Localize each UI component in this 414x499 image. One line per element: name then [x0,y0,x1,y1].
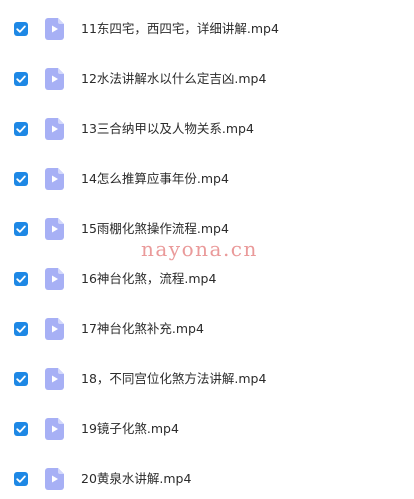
checkmark-icon [16,125,26,133]
file-row[interactable]: 12水法讲解水以什么定吉凶.mp4 [0,59,414,99]
file-row[interactable]: 14怎么推算应事年份.mp4 [0,159,414,199]
checkbox-checked[interactable] [14,72,28,86]
checkmark-icon [16,375,26,383]
file-row[interactable]: 13三合纳甲以及人物关系.mp4 [0,109,414,149]
checkmark-icon [16,475,26,483]
checkbox-checked[interactable] [14,272,28,286]
file-row[interactable]: 20黄泉水讲解.mp4 [0,459,414,499]
checkbox-checked[interactable] [14,422,28,436]
file-name[interactable]: 16神台化煞，流程.mp4 [81,270,216,288]
file-row[interactable]: 19镜子化煞.mp4 [0,409,414,449]
checkmark-icon [16,75,26,83]
checkbox-checked[interactable] [14,122,28,136]
video-file-icon [45,218,64,240]
checkmark-icon [16,25,26,33]
file-name[interactable]: 13三合纳甲以及人物关系.mp4 [81,120,254,138]
checkbox-checked[interactable] [14,172,28,186]
checkmark-icon [16,175,26,183]
file-name[interactable]: 14怎么推算应事年份.mp4 [81,170,229,188]
checkbox-checked[interactable] [14,472,28,486]
file-row[interactable]: 16神台化煞，流程.mp4 [0,259,414,299]
checkmark-icon [16,225,26,233]
file-name[interactable]: 19镜子化煞.mp4 [81,420,179,438]
file-row[interactable]: 11东四宅，西四宅，详细讲解.mp4 [0,9,414,49]
watermark: nayona.cn [141,237,258,261]
checkbox-checked[interactable] [14,222,28,236]
video-file-icon [45,418,64,440]
checkmark-icon [16,325,26,333]
file-row[interactable]: 17神台化煞补充.mp4 [0,309,414,349]
video-file-icon [45,318,64,340]
video-file-icon [45,18,64,40]
checkbox-checked[interactable] [14,372,28,386]
file-name[interactable]: 12水法讲解水以什么定吉凶.mp4 [81,70,266,88]
file-name[interactable]: 20黄泉水讲解.mp4 [81,470,191,488]
video-file-icon [45,68,64,90]
file-name[interactable]: 17神台化煞补充.mp4 [81,320,204,338]
video-file-icon [45,168,64,190]
file-name[interactable]: 18，不同宫位化煞方法讲解.mp4 [81,370,266,388]
file-row[interactable]: 18，不同宫位化煞方法讲解.mp4 [0,359,414,399]
checkmark-icon [16,425,26,433]
file-name[interactable]: 11东四宅，西四宅，详细讲解.mp4 [81,20,279,38]
video-file-icon [45,118,64,140]
video-file-icon [45,368,64,390]
checkbox-checked[interactable] [14,322,28,336]
checkmark-icon [16,275,26,283]
checkbox-checked[interactable] [14,22,28,36]
video-file-icon [45,268,64,290]
file-name[interactable]: 15雨棚化煞操作流程.mp4 [81,220,229,238]
video-file-icon [45,468,64,490]
